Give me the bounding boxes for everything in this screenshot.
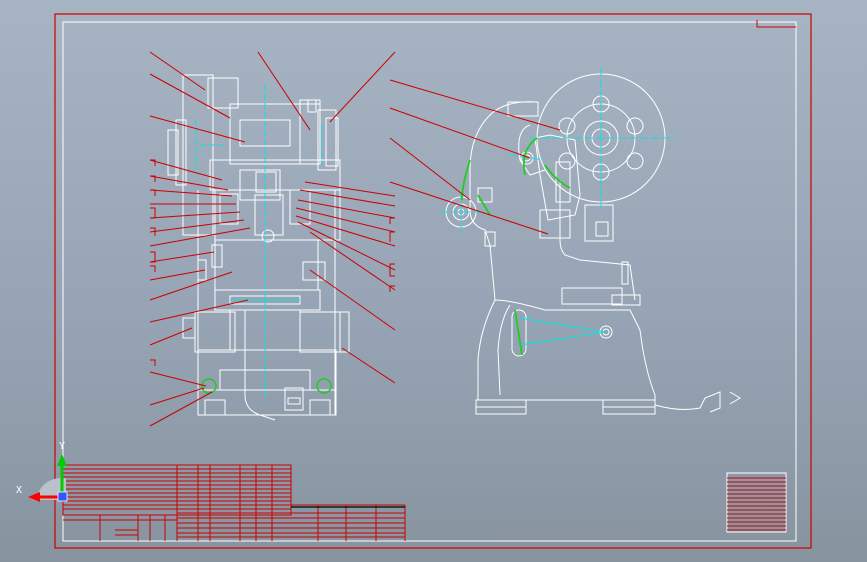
corner-tag xyxy=(756,20,796,28)
drawing-sheet xyxy=(28,13,812,549)
ucs-x-label: X xyxy=(16,485,23,496)
inner-frame xyxy=(62,21,797,542)
ucs-icon xyxy=(28,454,68,502)
ucs-y-arrow xyxy=(57,454,67,466)
ucs-x-arrow xyxy=(28,492,40,502)
side-view-highlights xyxy=(461,137,571,356)
side-view xyxy=(445,73,741,415)
revision-table xyxy=(726,472,787,533)
outer-border xyxy=(54,13,812,549)
ucs-y-label: Y xyxy=(59,441,66,452)
cad-drawing-canvas[interactable]: Y X xyxy=(0,0,867,562)
title-block xyxy=(62,464,406,541)
front-view-highlights xyxy=(201,378,332,394)
ucs-origin xyxy=(57,491,68,502)
